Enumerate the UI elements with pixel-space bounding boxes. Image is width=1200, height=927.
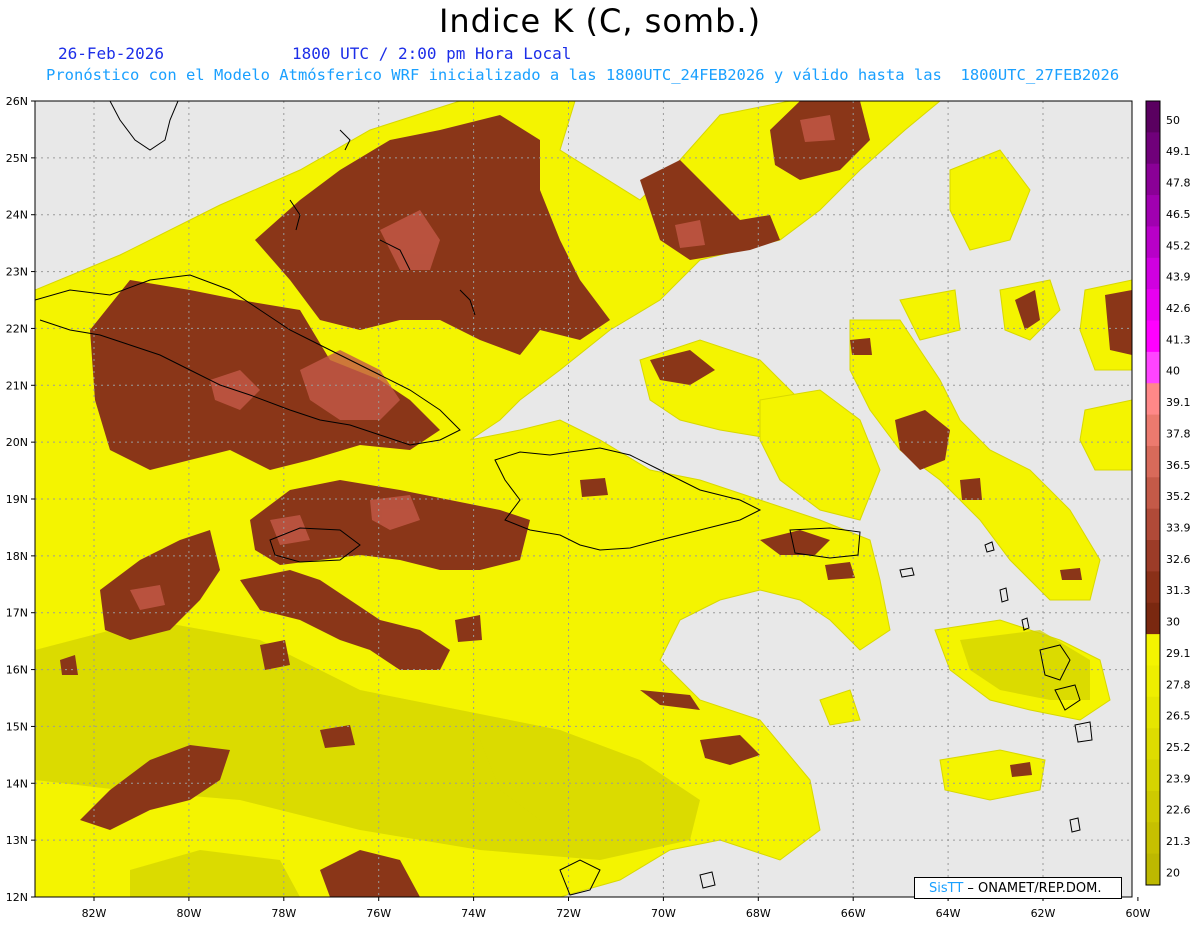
lat-label: 16N — [6, 664, 28, 677]
lat-label: 26N — [6, 95, 28, 108]
colorbar-label: 43.9 — [1166, 271, 1191, 284]
colorbar-swatch — [1146, 696, 1160, 729]
colorbar-swatch — [1146, 163, 1160, 196]
k-index-field — [35, 101, 1132, 897]
colorbar-label: 41.3 — [1166, 333, 1191, 346]
lon-label: 78W — [271, 907, 296, 920]
lat-label: 24N — [6, 209, 28, 222]
colorbar-swatch — [1146, 853, 1160, 886]
lon-label: 70W — [651, 907, 676, 920]
colorbar-label: 30 — [1166, 616, 1180, 629]
lat-label: 23N — [6, 266, 28, 279]
colorbar-label: 39.1 — [1166, 396, 1191, 409]
colorbar-label: 36.5 — [1166, 459, 1191, 472]
lon-label: 64W — [936, 907, 961, 920]
credit-org: – ONAMET/REP.DOM. — [963, 881, 1102, 896]
lon-label: 80W — [176, 907, 201, 920]
lat-label: 18N — [6, 550, 28, 563]
lon-label: 72W — [556, 907, 581, 920]
colorbar-label: 21.3 — [1166, 835, 1191, 848]
colorbar-swatch — [1146, 226, 1160, 259]
colorbar-label: 49.1 — [1166, 145, 1191, 158]
lat-label: 19N — [6, 493, 28, 506]
latitude-labels: 26N 25N 24N 23N 22N 21N 20N 19N 18N 17N 16N 15N 14N 1… — [6, 95, 35, 904]
colorbar-label: 42.6 — [1166, 302, 1191, 315]
colorbar-swatch — [1146, 790, 1160, 823]
lon-label: 76W — [366, 907, 391, 920]
colorbar-swatch — [1146, 289, 1160, 322]
lon-label: 66W — [841, 907, 866, 920]
colorbar-label: 27.8 — [1166, 678, 1191, 691]
colorbar-swatch — [1146, 132, 1160, 165]
colorbar-label: 22.6 — [1166, 804, 1191, 817]
lat-label: 17N — [6, 607, 28, 620]
colorbar-label: 46.5 — [1166, 208, 1191, 221]
lon-label: 74W — [461, 907, 486, 920]
colorbar-swatch — [1146, 728, 1160, 761]
colorbar-swatch — [1146, 540, 1160, 572]
colorbar-label: 26.5 — [1166, 710, 1191, 723]
lat-label: 21N — [6, 379, 28, 392]
colorbar-swatch — [1146, 351, 1160, 384]
lon-label: 82W — [82, 907, 107, 920]
colorbar-swatch — [1146, 477, 1160, 510]
lat-label: 12N — [6, 891, 28, 904]
colorbar-label: 31.3 — [1166, 584, 1191, 597]
colorbar-swatch — [1146, 822, 1160, 855]
colorbar-label: 45.2 — [1166, 239, 1191, 252]
colorbar-swatch — [1146, 195, 1160, 227]
colorbar-label: 20 — [1166, 866, 1180, 879]
colorbar-label: 40 — [1166, 365, 1180, 378]
colorbar-label: 35.2 — [1166, 490, 1191, 503]
colorbar-swatch — [1146, 602, 1160, 635]
lon-label: 68W — [746, 907, 771, 920]
lat-label: 25N — [6, 152, 28, 165]
colorbar-swatch — [1146, 101, 1160, 133]
lon-label: 60W — [1125, 907, 1150, 920]
colorbar-swatch — [1146, 445, 1160, 478]
longitude-labels: 82W 80W 78W 76W 74W 72W 70W 68W 66W 64W 62W 60W — [82, 897, 1150, 920]
colorbar: 50 49.1 47.8 46.5 45.2 43.9 42.6 41.3 40 39.1 37.8… — [1145, 100, 1191, 886]
lat-label: 20N — [6, 436, 28, 449]
colorbar-label: 25.2 — [1166, 741, 1191, 754]
lon-label: 62W — [1031, 907, 1056, 920]
colorbar-label: 50 — [1166, 114, 1180, 127]
colorbar-swatch — [1146, 414, 1160, 447]
colorbar-label: 37.8 — [1166, 427, 1191, 440]
colorbar-label: 23.9 — [1166, 772, 1191, 785]
lat-label: 14N — [6, 777, 28, 790]
lat-label: 13N — [6, 834, 28, 847]
credit-box: SisTT – ONAMET/REP.DOM. — [914, 877, 1122, 899]
lat-label: 15N — [6, 720, 28, 733]
colorbar-swatch — [1146, 571, 1160, 604]
lat-label: 22N — [6, 322, 28, 335]
colorbar-swatch — [1146, 665, 1160, 698]
colorbar-swatch — [1146, 508, 1160, 541]
credit-brand: SisTT — [929, 881, 964, 896]
k-index-map: 26N 25N 24N 23N 22N 21N 20N 19N 18N 17N 16N 15N 14N 1… — [6, 95, 1191, 920]
colorbar-label: 29.1 — [1166, 647, 1191, 660]
colorbar-swatch — [1146, 759, 1160, 792]
colorbar-label: 33.9 — [1166, 521, 1191, 534]
colorbar-label: 47.8 — [1166, 177, 1191, 190]
colorbar-swatch — [1146, 634, 1160, 666]
colorbar-swatch — [1146, 257, 1160, 290]
colorbar-label: 32.6 — [1166, 553, 1191, 566]
colorbar-swatch — [1146, 320, 1160, 353]
colorbar-swatch — [1146, 383, 1160, 416]
